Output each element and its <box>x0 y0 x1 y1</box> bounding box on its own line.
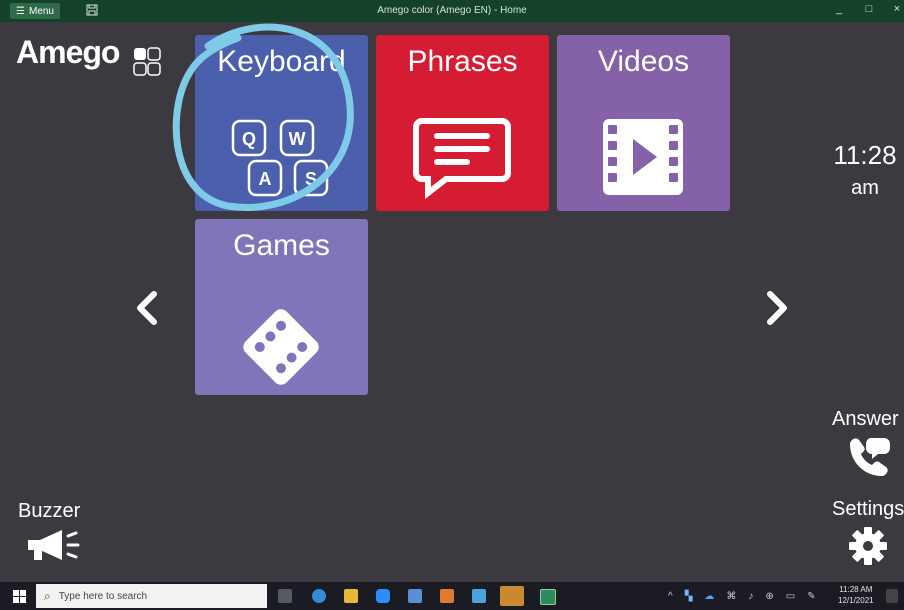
buzzer-label[interactable]: Buzzer <box>18 500 80 523</box>
taskbar-clock[interactable]: 11:28 AM 12/1/2021 <box>838 584 874 606</box>
clock: 11:28 am <box>826 140 904 200</box>
tile-videos[interactable]: Videos <box>557 35 730 211</box>
minimize-button[interactable]: _ <box>832 3 846 15</box>
answer-label[interactable]: Answer <box>832 408 899 431</box>
highlight-circle-annotation <box>172 23 354 211</box>
app-icon-blue[interactable] <box>472 589 486 603</box>
logo-squares-icon <box>133 47 161 76</box>
window-titlebar: ☰ Menu Amego color (Amego EN) - Home _ □… <box>0 0 904 22</box>
tile-phrases[interactable]: Phrases <box>376 35 549 211</box>
pen-icon[interactable]: ✎ <box>807 591 815 602</box>
windows-start-icon[interactable] <box>13 590 26 603</box>
tile-games[interactable]: Games <box>195 219 368 395</box>
app-icon[interactable] <box>408 589 422 603</box>
close-button[interactable]: × <box>890 3 904 15</box>
maximize-button[interactable]: □ <box>862 3 876 15</box>
tray-app-icon[interactable]: ▚ <box>685 591 693 602</box>
zoom-app-icon[interactable] <box>376 589 390 603</box>
chevron-left-icon[interactable] <box>134 290 160 326</box>
search-placeholder: Type here to search <box>58 590 148 602</box>
settings-label[interactable]: Settings <box>832 498 904 521</box>
chevron-up-icon[interactable]: ^ <box>668 591 673 602</box>
film-play-icon <box>603 119 683 195</box>
amego-app-icon[interactable] <box>540 589 556 605</box>
dice-icon <box>243 309 319 385</box>
gear-icon[interactable] <box>848 526 888 566</box>
megaphone-icon[interactable] <box>26 528 86 564</box>
phone-answer-icon[interactable] <box>844 434 892 478</box>
globe-icon[interactable]: ⊕ <box>765 591 773 602</box>
onedrive-icon[interactable]: ☁ <box>704 591 714 602</box>
app-icon-orange[interactable] <box>440 589 454 603</box>
clock-time: 11:28 <box>833 140 897 170</box>
taskbar-date: 12/1/2021 <box>838 596 874 605</box>
window-title: Amego color (Amego EN) - Home <box>377 5 527 16</box>
taskbar-time: 11:28 AM <box>839 585 873 594</box>
speech-bubble-icon <box>413 118 511 199</box>
tile-games-label: Games <box>233 229 330 262</box>
task-view-icon[interactable] <box>278 589 292 603</box>
volume-icon[interactable]: ♪ <box>748 591 753 602</box>
clock-ampm: am <box>851 177 879 199</box>
notification-icon[interactable] <box>886 589 898 603</box>
edge-browser-icon[interactable] <box>312 589 326 603</box>
search-icon: ⌕ <box>44 588 51 603</box>
teams-app-icon[interactable] <box>500 586 524 606</box>
tile-phrases-label: Phrases <box>407 45 518 78</box>
tile-videos-label: Videos <box>597 45 690 78</box>
taskbar-search-box[interactable]: ⌕ Type here to search <box>36 584 267 608</box>
chevron-right-icon[interactable] <box>764 290 790 326</box>
windows-taskbar: ⌕ Type here to search ^ ▚ ☁ ⌘ ♪ ⊕ ▭ ✎ 11… <box>0 582 904 610</box>
battery-icon[interactable]: ▭ <box>786 591 795 602</box>
system-tray: ^ ▚ ☁ ⌘ ♪ ⊕ ▭ ✎ <box>668 582 816 610</box>
amego-logo: Amego <box>16 34 120 70</box>
file-explorer-icon[interactable] <box>344 589 358 603</box>
network-icon[interactable]: ⌘ <box>726 591 736 602</box>
